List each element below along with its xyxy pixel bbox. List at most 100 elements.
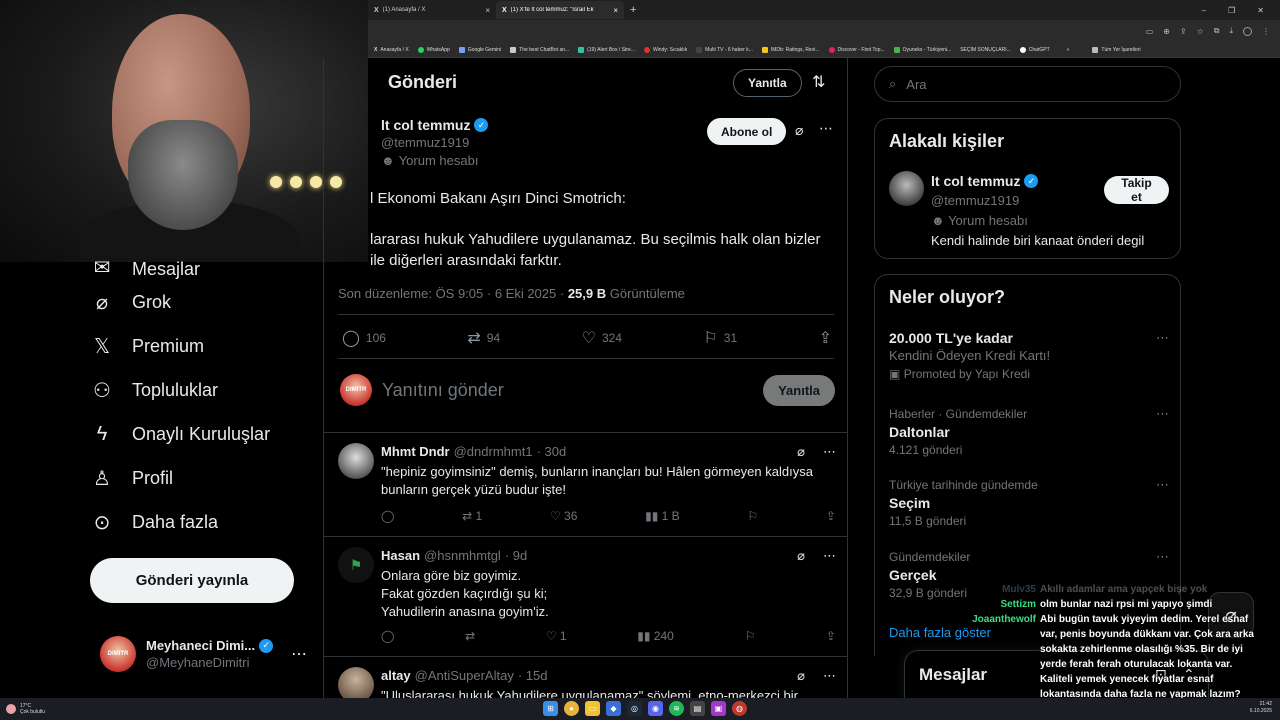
spotify-icon[interactable]: ≋ xyxy=(669,701,684,716)
views-action[interactable]: ▮▮ 1 B xyxy=(645,509,680,523)
reply-submit-button[interactable]: Yanıtla xyxy=(763,374,835,406)
reply-icon[interactable]: ◯ xyxy=(381,629,394,643)
chrome-icon[interactable]: ● xyxy=(564,701,579,716)
nav-item-profile[interactable]: ♙ Profil xyxy=(90,456,320,500)
file-explorer-icon[interactable]: ▭ xyxy=(585,701,600,716)
more-options-icon[interactable]: ⋯ xyxy=(819,120,833,137)
grok-icon[interactable]: ⌀ xyxy=(795,122,803,139)
steam-icon[interactable]: ◎ xyxy=(627,701,642,716)
grok-icon[interactable]: ⌀ xyxy=(797,547,805,565)
new-tab-button[interactable]: + xyxy=(630,4,636,16)
more-options-icon[interactable]: ⋯ xyxy=(1156,329,1169,347)
install-icon[interactable]: ▭ xyxy=(1146,27,1154,36)
more-options-icon[interactable]: ⋯ xyxy=(1156,476,1169,494)
grok-icon[interactable]: ⌀ xyxy=(797,667,805,685)
bookmark[interactable]: X Anasayfa / X xyxy=(374,47,409,53)
app-icon[interactable]: ▤ xyxy=(690,701,705,716)
close-icon[interactable]: × xyxy=(485,6,490,15)
weather-widget[interactable]: 17°C Çok bulutlu xyxy=(0,703,45,715)
bookmark-icon[interactable]: ⚐ xyxy=(747,509,758,523)
bookmark[interactable]: IMDb: Ratings, Revi... xyxy=(761,46,820,53)
tweet-author[interactable]: lt col temmuz ✓ @temmuz1919 ☻ Yorum hesabı xyxy=(381,116,489,170)
repost-action[interactable]: ⇄ 1 xyxy=(462,509,482,523)
more-options-icon[interactable]: ⋯ xyxy=(1156,405,1169,423)
trend-item[interactable]: Türkiye tarihinde gündemde Seçim 11,5 B … xyxy=(889,476,1169,530)
bookmark[interactable]: SEÇİM SONUÇLARI... xyxy=(960,47,1011,53)
app-icon[interactable]: ▣ xyxy=(711,701,726,716)
x-logo-icon: X xyxy=(374,46,378,53)
nav-item-messages[interactable]: ✉ Mesajlar xyxy=(90,250,320,280)
nav-item-grok[interactable]: ⌀ Grok xyxy=(90,280,320,324)
reply-tweet[interactable]: altay @AntiSuperAltay · 15d ⌀ ⋯ "Uluslar… xyxy=(324,656,847,698)
bookmark-icon[interactable]: ⚐ xyxy=(744,629,755,643)
reply-tweet[interactable]: ⚑ Hasan @hsnmhmtgl · 9d ⌀ ⋯ Onlara göre … xyxy=(324,536,847,656)
bookmark[interactable]: WhatsApp xyxy=(417,46,450,53)
discord-icon[interactable]: ◉ xyxy=(648,701,663,716)
like-action[interactable]: ♡ 36 xyxy=(550,509,577,523)
reply-action[interactable]: ◯ 106 xyxy=(342,328,386,348)
author-name: lt col temmuz xyxy=(381,117,471,133)
windows-start-icon[interactable]: ⊞ xyxy=(543,701,558,716)
post-button[interactable]: Gönderi yayınla xyxy=(90,558,294,603)
bookmark[interactable]: (19) Alert Box / Stre... xyxy=(578,46,635,53)
bookmark[interactable]: Multi TV - 6 haber k... xyxy=(696,46,753,53)
windy-icon xyxy=(643,46,650,53)
repost-icon[interactable]: ⇄ xyxy=(465,629,475,643)
close-window-icon[interactable]: ✕ xyxy=(1257,6,1264,15)
trend-item[interactable]: 20.000 TL'ye kadar Kendini Ödeyen Kredi … xyxy=(889,329,1169,383)
search-input[interactable]: ⌕ Ara xyxy=(874,66,1181,102)
sliders-icon[interactable]: ⇅ xyxy=(812,72,825,92)
system-clock[interactable]: 21:42 6.10.2025 xyxy=(1250,701,1272,715)
bookmark[interactable]: ChatGPT xyxy=(1019,46,1050,53)
browser-tab-post[interactable]: X (1) X'te lt col temmuz: "İsrail Ek × xyxy=(496,1,624,19)
reply-input[interactable]: Yanıtını gönder xyxy=(382,380,504,401)
all-bookmarks-button[interactable]: Tüm Yer İşaretleri xyxy=(1092,46,1141,53)
streamlabs-icon xyxy=(578,46,585,53)
share-icon[interactable]: ⇪ xyxy=(826,629,836,643)
reply-header-button[interactable]: Yanıtla xyxy=(733,69,802,97)
nav-item-verified-orgs[interactable]: ϟ Onaylı Kuruluşlar xyxy=(90,412,320,456)
bookmark[interactable]: Discover - Find Top... xyxy=(828,46,885,53)
minimize-icon[interactable]: – xyxy=(1202,6,1206,15)
follow-button[interactable]: Takip et xyxy=(1104,176,1169,204)
account-switcher[interactable]: DIMITR Meyhaneci Dimi... ✓ @MeyhaneDimitr… xyxy=(100,636,310,672)
extensions-icon[interactable]: ⧉ xyxy=(1214,26,1220,36)
profile-icon[interactable] xyxy=(1243,26,1252,36)
share-action[interactable]: ⇪ xyxy=(819,328,832,348)
download-icon[interactable]: ⤓ xyxy=(1229,26,1233,36)
star-icon[interactable]: ☆ xyxy=(1197,27,1204,36)
like-action[interactable]: ♡ 324 xyxy=(582,328,622,348)
more-options-icon[interactable]: ⋯ xyxy=(823,547,836,565)
bookmark[interactable]: The best ChatBot an... xyxy=(510,46,569,53)
bookmark[interactable]: Oyuneks - Türkiyeni... xyxy=(893,46,951,53)
repost-action[interactable]: ⇄ 94 xyxy=(467,328,500,348)
app-icon[interactable]: ◍ xyxy=(732,701,747,716)
grok-icon[interactable]: ⌀ xyxy=(797,443,805,461)
bookmarks-more-button[interactable]: » xyxy=(1067,47,1070,53)
bookmark[interactable]: Google Gemini xyxy=(458,46,501,53)
zoom-icon[interactable]: ⊕ xyxy=(1163,27,1170,36)
more-options-icon[interactable]: ⋯ xyxy=(291,644,307,664)
views-action[interactable]: ▮▮ 240 xyxy=(637,629,674,643)
more-options-icon[interactable]: ⋯ xyxy=(823,667,836,685)
bookmark-action[interactable]: ⚐ 31 xyxy=(703,328,737,348)
more-options-icon[interactable]: ⋯ xyxy=(823,443,836,461)
share-icon[interactable]: ⇪ xyxy=(826,509,836,523)
like-action[interactable]: ♡ 1 xyxy=(546,629,567,643)
nav-item-more[interactable]: ⊙ Daha fazla xyxy=(90,500,320,544)
author-handle: @temmuz1919 xyxy=(381,135,470,150)
menu-icon[interactable]: ⋮ xyxy=(1262,27,1270,36)
share-icon[interactable]: ⇪ xyxy=(1180,27,1187,36)
subscribe-button[interactable]: Abone ol xyxy=(707,118,787,145)
reply-tweet[interactable]: Mhmt Dndr @dndrmhmt1 · 30d ⌀ ⋯ "hepiniz … xyxy=(324,432,847,536)
app-icon[interactable]: ◆ xyxy=(606,701,621,716)
reply-icon[interactable]: ◯ xyxy=(381,509,394,523)
bookmark[interactable]: Windy: Sıcaklık xyxy=(643,46,687,53)
trend-item[interactable]: Haberler · Gündemdekiler Daltonlar 4.121… xyxy=(889,405,1169,459)
close-icon[interactable]: × xyxy=(613,6,618,15)
more-options-icon[interactable]: ⋯ xyxy=(1156,548,1169,566)
nav-item-premium[interactable]: 𝕏 Premium xyxy=(90,324,320,368)
maximize-icon[interactable]: ❐ xyxy=(1228,6,1235,15)
nav-item-communities[interactable]: ⚇ Topluluklar xyxy=(90,368,320,412)
browser-tab-home[interactable]: X (1) Anasayfa / X × xyxy=(368,1,496,19)
